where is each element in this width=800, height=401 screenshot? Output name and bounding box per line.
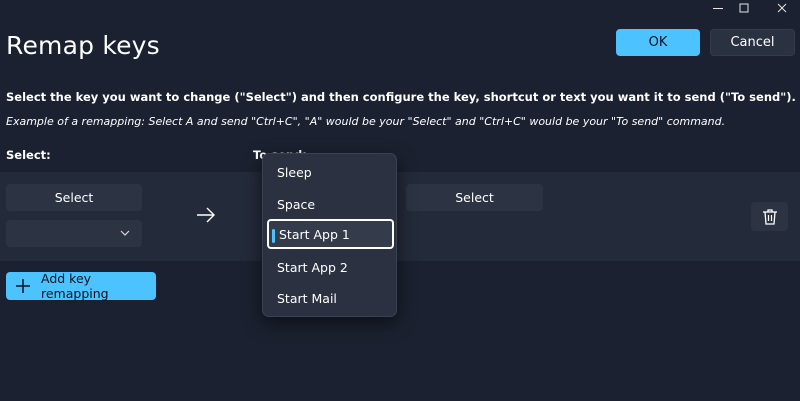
- select-key-button[interactable]: Select: [6, 184, 142, 211]
- maximize-icon: [739, 3, 749, 13]
- plus-icon: [15, 278, 31, 294]
- menu-item-start-mail[interactable]: Start Mail: [267, 283, 394, 313]
- ok-button[interactable]: OK: [616, 29, 700, 56]
- menu-item-start-app-1[interactable]: Start App 1: [267, 219, 394, 249]
- to-send-select-button[interactable]: Select: [406, 184, 543, 211]
- close-icon: [777, 3, 787, 13]
- select-key-dropdown[interactable]: [6, 220, 142, 247]
- add-key-remapping-button[interactable]: Add key remapping: [6, 271, 156, 301]
- add-key-remapping-label: Add key remapping: [41, 271, 109, 301]
- close-button[interactable]: [759, 0, 800, 16]
- menu-item-sleep[interactable]: Sleep: [267, 157, 394, 187]
- delete-button[interactable]: [751, 202, 788, 231]
- selection-indicator: [272, 229, 275, 243]
- to-send-dropdown-menu: Sleep Space Start App 1 Start App 2 Star…: [262, 153, 397, 317]
- select-column-label: Select:: [6, 148, 51, 162]
- example-text: Example of a remapping: Select A and sen…: [6, 115, 726, 128]
- page-title: Remap keys: [6, 31, 160, 60]
- arrow-right-icon: [197, 207, 215, 223]
- menu-item-start-app-2[interactable]: Start App 2: [267, 252, 394, 282]
- chevron-down-icon: [120, 230, 130, 236]
- menu-item-label: Start App 1: [279, 226, 350, 242]
- menu-item-space[interactable]: Space: [267, 189, 394, 219]
- cancel-button[interactable]: Cancel: [710, 29, 795, 56]
- trash-icon: [762, 208, 777, 225]
- instructions-text: Select the key you want to change ("Sele…: [6, 90, 796, 104]
